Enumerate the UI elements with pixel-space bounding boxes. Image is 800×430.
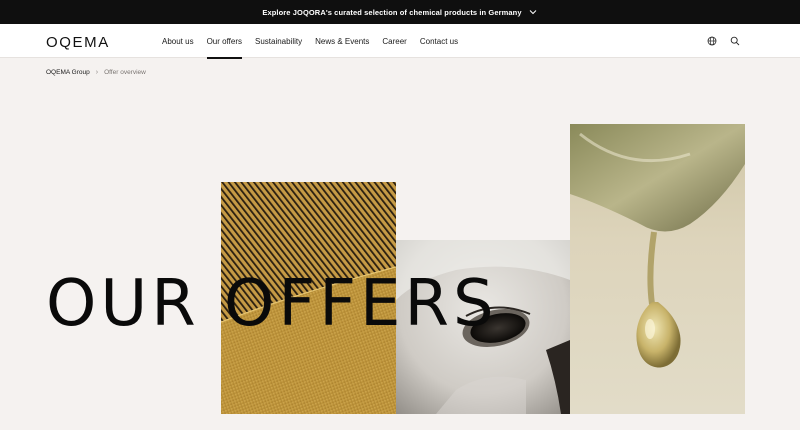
nav-sustainability[interactable]: Sustainability	[255, 24, 302, 58]
main-navigation: OQEMA About us Our offers Sustainability…	[0, 24, 800, 59]
oqema-logo[interactable]: OQEMA	[46, 34, 110, 51]
nav-career[interactable]: Career	[382, 24, 406, 58]
globe-icon[interactable]	[707, 36, 717, 46]
main-menu: About us Our offers Sustainability News …	[162, 24, 471, 59]
nav-contact-us[interactable]: Contact us	[420, 24, 458, 58]
breadcrumb-home[interactable]: OQEMA Group	[46, 69, 90, 76]
breadcrumb: OQEMA Group › Offer overview	[46, 69, 146, 76]
announcement-bar[interactable]: Explore JOQORA's curated selection of ch…	[0, 0, 800, 24]
announcement-text[interactable]: Explore JOQORA's curated selection of ch…	[262, 8, 521, 17]
hero-title: OUR OFFERS	[46, 267, 498, 341]
nav-about-us[interactable]: About us	[162, 24, 194, 58]
nav-news-events[interactable]: News & Events	[315, 24, 369, 58]
breadcrumb-chevron-icon: ›	[95, 69, 99, 76]
oil-drop-image	[570, 124, 745, 414]
nav-our-offers[interactable]: Our offers	[206, 24, 243, 59]
breadcrumb-current: Offer overview	[104, 69, 146, 76]
search-icon[interactable]	[730, 36, 740, 46]
chevron-down-icon[interactable]	[528, 7, 538, 17]
